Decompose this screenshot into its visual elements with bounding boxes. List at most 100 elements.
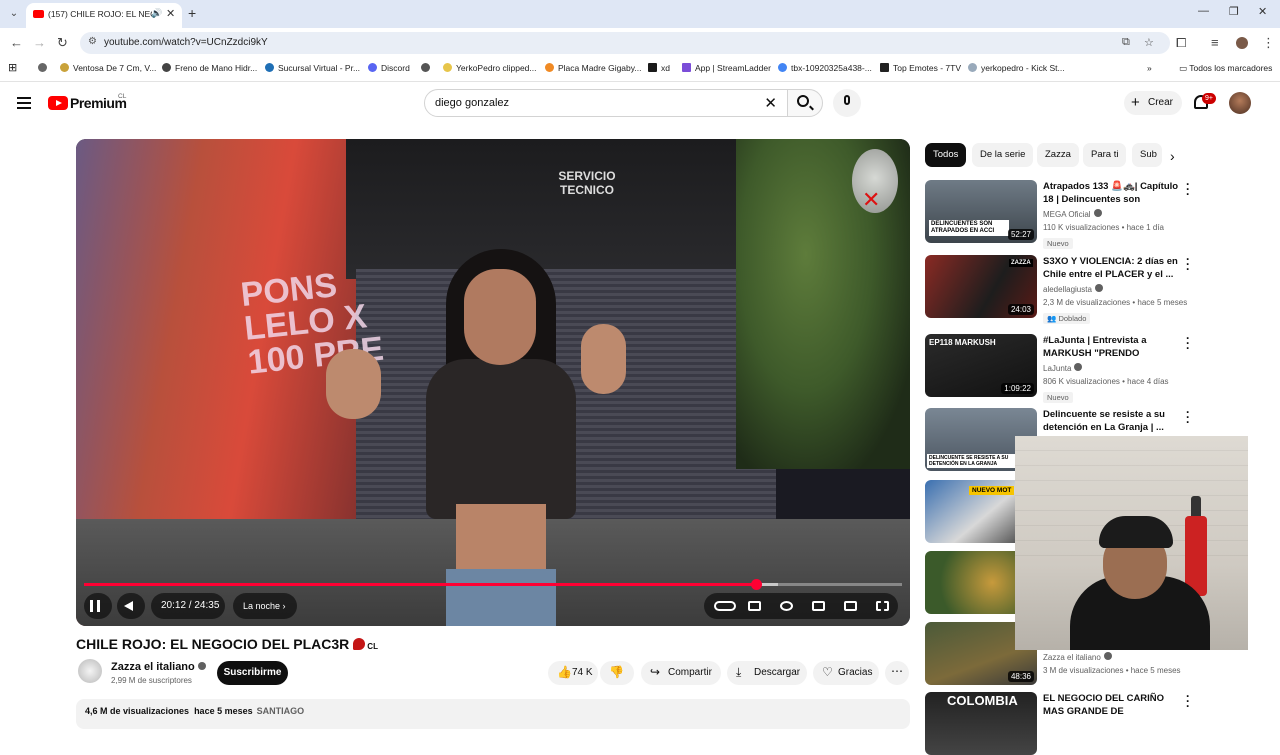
all-bookmarks-folder[interactable]: ▭ Todos los marcadores xyxy=(1179,63,1272,74)
description-box[interactable]: 4,6 M de visualizaciones hace 5 meses SAN… xyxy=(76,699,910,729)
more-options-icon[interactable]: · · · xyxy=(1183,178,1193,200)
recommendation-thumbnail[interactable]: COLOMBIA xyxy=(925,692,1037,755)
bookmark-item[interactable]: yerkopedro - Kick St... xyxy=(968,63,1065,73)
bookmark-item[interactable]: Discord xyxy=(368,63,410,73)
recommendation-thumbnail[interactable]: ZAZZA 24:03 xyxy=(925,255,1037,318)
pause-button[interactable] xyxy=(84,593,112,619)
dislike-button[interactable]: 👎 xyxy=(600,661,634,685)
tab-search-icon[interactable]: ⌄ xyxy=(6,6,22,22)
thanks-label: Gracias xyxy=(838,667,873,678)
thumbnail-text: EP118 MARKUSH xyxy=(929,338,996,347)
apps-grid-icon[interactable]: ⊞ xyxy=(8,61,17,74)
site-info-icon[interactable]: ⚙ xyxy=(88,36,97,47)
search-button[interactable] xyxy=(787,89,823,117)
recommendation-channel[interactable]: MEGA Oficial xyxy=(1043,209,1102,219)
chip-subscriptions[interactable]: Sub xyxy=(1132,143,1162,167)
forward-icon[interactable]: → xyxy=(33,35,46,50)
chapter-button[interactable]: La noche › xyxy=(233,593,297,619)
more-options-icon[interactable]: · · · xyxy=(1183,332,1193,354)
more-bookmarks-icon[interactable]: » xyxy=(1147,63,1152,73)
microphone-icon xyxy=(844,95,850,105)
recommendation-title[interactable]: Delincuente se resiste a su detención en… xyxy=(1043,408,1183,434)
video-player[interactable]: PONS LELO X 100 PRE SERVICIO TECNICO ✕ 2… xyxy=(76,139,910,626)
verified-icon xyxy=(197,662,206,670)
recommendation-channel[interactable]: Zazza el italiano xyxy=(1043,652,1112,662)
more-actions-button[interactable]: ⋯ xyxy=(885,661,909,685)
chili-emoji-icon xyxy=(353,638,366,650)
bookmark-item[interactable]: Top Emotes - 7TV xyxy=(880,63,961,73)
thumbnail-text: COLOMBIA xyxy=(947,693,1018,708)
clear-search-icon[interactable]: ✕ xyxy=(764,94,777,112)
recommendation-channel[interactable]: aledellagiusta xyxy=(1043,284,1103,294)
bookmark-item[interactable]: YerkoPedro clipped... xyxy=(443,63,537,73)
bookmark-item[interactable]: Sucursal Virtual - Pr... xyxy=(265,63,360,73)
chips-next-icon[interactable]: › xyxy=(1170,148,1175,164)
minimize-icon[interactable]: — xyxy=(1198,5,1209,17)
fullscreen-icon[interactable] xyxy=(876,601,889,611)
more-options-icon[interactable]: · · · xyxy=(1183,690,1193,712)
share-icon: ↪ xyxy=(650,665,661,679)
chip-zazza[interactable]: Zazza xyxy=(1037,143,1079,167)
like-button[interactable]: 👍 74 K xyxy=(548,661,598,685)
account-avatar[interactable] xyxy=(1229,92,1251,114)
autoplay-toggle-icon[interactable] xyxy=(714,601,736,611)
install-app-icon[interactable]: ⧉ xyxy=(1122,36,1130,49)
bookmark-label: YerkoPedro clipped... xyxy=(456,63,537,73)
recommendation-channel[interactable]: LaJunta xyxy=(1043,363,1083,373)
recommendation-title[interactable]: EL NEGOCIO DEL CARIÑO MAS GRANDE DE LATI… xyxy=(1043,692,1183,718)
new-tab-icon[interactable]: + xyxy=(188,5,196,21)
search-input[interactable]: diego gonzalez ✕ xyxy=(424,89,788,117)
more-options-icon[interactable]: · · · xyxy=(1183,253,1193,275)
recommendation-title[interactable]: #LaJunta | Entrevista a MARKUSH "PRENDO … xyxy=(1043,334,1183,360)
menu-icon[interactable] xyxy=(17,97,31,109)
recommendation-title[interactable]: S3XO Y VIOLENCIA: 2 días en Chile entre … xyxy=(1043,255,1183,281)
chip-todos[interactable]: Todos xyxy=(925,143,967,167)
verified-icon xyxy=(1093,209,1102,217)
more-options-icon[interactable]: · · · xyxy=(1183,406,1193,428)
share-button[interactable]: ↪ Compartir xyxy=(641,661,721,685)
webcam-person-cap xyxy=(1099,516,1173,548)
progress-scrubber[interactable] xyxy=(751,579,762,590)
reload-icon[interactable]: ↻ xyxy=(57,35,68,51)
bookmark-item[interactable]: tbx-10920325a438-... xyxy=(778,63,872,73)
subscribe-button[interactable]: Suscribirme xyxy=(217,661,288,685)
bookmark-item[interactable]: Freno de Mano Hidr... xyxy=(162,63,257,73)
extensions-icon[interactable]: ⧠ xyxy=(1176,35,1186,51)
recommendation-thumbnail[interactable]: DELINCUENTES SON ATRAPADOS EN ACCI 52:27 xyxy=(925,180,1037,243)
download-button[interactable]: ⤓ Descargar xyxy=(727,661,807,685)
voice-search-button[interactable] xyxy=(833,89,861,117)
close-window-icon[interactable]: ✕ xyxy=(1258,5,1267,18)
youtube-logo-icon[interactable] xyxy=(48,96,68,110)
thanks-button[interactable]: ♡ Gracias xyxy=(813,661,879,685)
chip-for-you[interactable]: Para ti xyxy=(1083,143,1127,167)
restore-icon[interactable]: ❐ xyxy=(1229,5,1239,18)
settings-gear-icon[interactable] xyxy=(780,601,793,611)
cast-icon[interactable] xyxy=(844,601,857,611)
browser-tab[interactable]: (157) CHILE ROJO: EL NEGOCIO DEL PLAC3R … xyxy=(26,3,182,28)
profile-avatar[interactable] xyxy=(1236,37,1248,49)
bookmark-item[interactable]: Ventosa De 7 Cm, V... xyxy=(60,63,156,73)
miniplayer-icon[interactable] xyxy=(812,601,825,611)
back-icon[interactable]: ← xyxy=(10,35,23,50)
notification-count-badge: 9+ xyxy=(1202,93,1216,104)
speaker-icon[interactable]: 🔊 xyxy=(151,8,162,19)
recommendation-thumbnail[interactable]: EP118 MARKUSH 1:09:22 xyxy=(925,334,1037,397)
address-bar[interactable]: ⚙ youtube.com/watch?v=UCnZzdci9kY ⧉ ☆ xyxy=(80,32,1170,54)
reading-list-icon[interactable]: ≡ xyxy=(1211,35,1219,50)
bookmark-label: Top Emotes - 7TV xyxy=(893,63,962,73)
recommendation-title[interactable]: Atrapados 133 🚨🚓| Capítulo 18 | Delincue… xyxy=(1043,180,1183,206)
bookmark-globe-icon[interactable] xyxy=(38,63,51,73)
volume-button[interactable] xyxy=(117,593,145,619)
bookmark-globe-icon[interactable] xyxy=(421,63,434,73)
channel-name[interactable]: Zazza el italiano xyxy=(111,661,206,673)
subtitles-icon[interactable] xyxy=(748,601,761,611)
bookmark-star-icon[interactable]: ☆ xyxy=(1144,36,1154,49)
chip-series[interactable]: De la serie xyxy=(972,143,1034,167)
channel-avatar[interactable] xyxy=(78,659,102,683)
close-tab-icon[interactable]: ✕ xyxy=(166,7,175,20)
bookmark-item[interactable]: App | StreamLadder xyxy=(682,63,771,73)
menu-dots-icon[interactable]: ⋮ xyxy=(1262,35,1275,51)
create-button[interactable]: + Crear xyxy=(1124,91,1182,115)
bookmark-item[interactable]: Placa Madre Gigaby... xyxy=(545,63,641,73)
bookmark-item[interactable]: xd xyxy=(648,63,670,73)
